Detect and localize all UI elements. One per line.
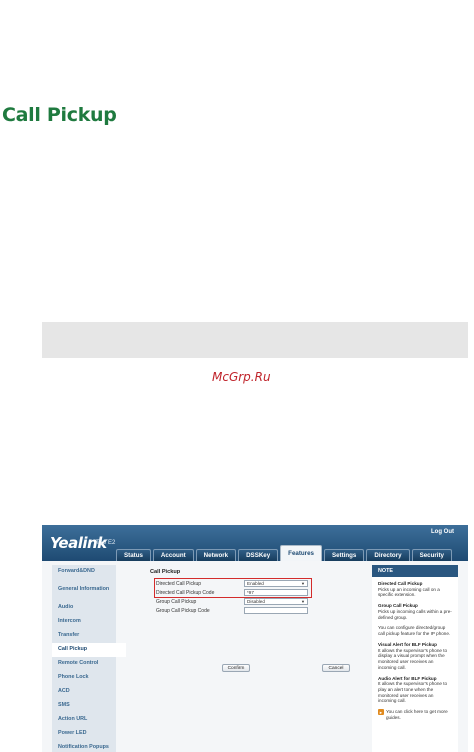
field-label: Directed Call Pickup (156, 580, 202, 587)
directed-call-pickup-code-input[interactable]: *97 (244, 589, 308, 596)
tab-features[interactable]: Features (280, 545, 322, 561)
gray-band (42, 322, 468, 358)
note-text: Picks up incoming calls within a pre-def… (378, 608, 452, 620)
row-directed-call-pickup-code: Directed Call Pickup Code *97 (156, 588, 366, 597)
tab-network[interactable]: Network (195, 549, 237, 561)
section-heading: Call Pickup (2, 104, 117, 126)
sidebar-item-call-pickup[interactable]: Call Pickup (52, 643, 126, 657)
sidebar-item-phone-lock[interactable]: Phone Lock (52, 671, 116, 685)
sidebar-item-forward-dnd[interactable]: Forward&DND (52, 565, 116, 579)
row-group-call-pickup-code: Group Call Pickup Code (156, 606, 366, 615)
row-group-call-pickup: Group Call Pickup Disabled ▼ (156, 597, 366, 606)
watermark: McGrp.Ru (212, 370, 271, 384)
sidebar-item-acd[interactable]: ACD (52, 685, 116, 699)
main-panel: Call Pickup Directed Call Pickup Enabled… (144, 565, 372, 752)
select-value: Enabled (247, 581, 264, 586)
settings-rows: Directed Call Pickup Enabled ▼ Directed … (156, 579, 366, 615)
more-guides-link[interactable]: ► You can click here to get more guides. (378, 709, 452, 720)
more-guides-text: You can click here to get more guides. (386, 709, 448, 720)
tab-dsskey[interactable]: DSSKey (238, 549, 279, 561)
sidebar-item-intercom[interactable]: Intercom (52, 615, 116, 629)
note-header: NOTE (372, 565, 458, 577)
sidebar-item-power-led[interactable]: Power LED (52, 727, 116, 741)
guide-icon: ► (378, 709, 384, 716)
tab-directory[interactable]: Directory (366, 549, 410, 561)
ui-header: Yealink T19 E2 Log Out Status Account Ne… (42, 525, 468, 561)
logout-link[interactable]: Log Out (431, 529, 454, 535)
sidebar: Forward&DND General Information Audio In… (52, 565, 126, 752)
note-text: You can configure directed/group call pi… (378, 625, 451, 637)
sidebar-item-action-url[interactable]: Action URL (52, 713, 116, 727)
note-text: It allows the supervisor's phone to play… (378, 681, 448, 704)
sidebar-item-general-information[interactable]: General Information (52, 579, 116, 601)
field-label: Group Call Pickup Code (156, 607, 210, 614)
note-panel: NOTE Directed Call Pickup Picks up an in… (372, 565, 458, 752)
note-text: Picks up an incoming call on a specific … (378, 586, 440, 598)
tab-security[interactable]: Security (411, 549, 452, 561)
sidebar-item-audio[interactable]: Audio (52, 601, 116, 615)
row-directed-call-pickup: Directed Call Pickup Enabled ▼ (156, 579, 366, 588)
web-ui-screenshot: Yealink T19 E2 Log Out Status Account Ne… (42, 525, 468, 752)
field-label: Group Call Pickup (156, 598, 197, 605)
confirm-button[interactable]: Confirm (222, 664, 250, 672)
tab-settings[interactable]: Settings (323, 549, 365, 561)
ui-body: Forward&DND General Information Audio In… (42, 561, 468, 752)
input-value: *97 (247, 590, 254, 595)
chevron-down-icon: ▼ (301, 599, 305, 604)
note-text: It allows the supervisor's phone to disp… (378, 647, 448, 670)
sidebar-item-sms[interactable]: SMS (52, 699, 116, 713)
chevron-down-icon: ▼ (301, 581, 305, 586)
select-value: Disabled (247, 599, 265, 604)
note-body: Directed Call Pickup Picks up an incomin… (372, 577, 458, 724)
sidebar-item-remote-control[interactable]: Remote Control (52, 657, 116, 671)
group-call-pickup-select[interactable]: Disabled ▼ (244, 598, 308, 605)
sidebar-item-transfer[interactable]: Transfer (52, 629, 116, 643)
field-label: Directed Call Pickup Code (156, 589, 215, 596)
tab-status[interactable]: Status (116, 549, 151, 561)
model-label: T19 E2 (96, 540, 116, 546)
main-tabs: Status Account Network DSSKey Features S… (116, 545, 452, 561)
panel-title: Call Pickup (150, 569, 181, 575)
cancel-button[interactable]: Cancel (322, 664, 350, 672)
tab-account[interactable]: Account (152, 549, 194, 561)
sidebar-item-notification-popups[interactable]: Notification Popups (52, 741, 116, 752)
group-call-pickup-code-input[interactable] (244, 607, 308, 614)
directed-call-pickup-select[interactable]: Enabled ▼ (244, 580, 308, 587)
